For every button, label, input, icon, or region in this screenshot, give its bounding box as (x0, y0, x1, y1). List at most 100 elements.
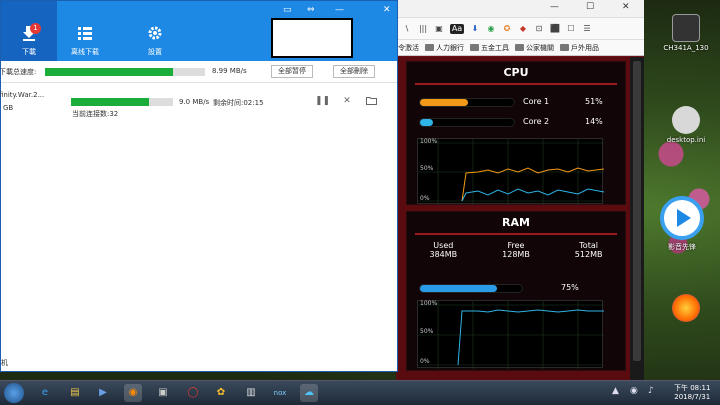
shield-icon[interactable]: ◆ (518, 24, 528, 34)
mini-mode-icon[interactable]: ⇔ (307, 5, 315, 15)
delete-all-button[interactable]: 全部刪除 (333, 65, 375, 78)
browser-scrollbar[interactable] (630, 57, 644, 380)
maximize-icon[interactable]: ☐ (586, 2, 594, 12)
skin-icon[interactable]: ▭ (283, 5, 292, 15)
terminal-icon[interactable]: ▣ (154, 384, 172, 402)
extension-icon-5[interactable]: ☐ (566, 24, 576, 34)
cpu-graph-svg (418, 139, 605, 205)
nav-settings[interactable]: 設置 (127, 1, 183, 61)
ie-icon[interactable]: e (36, 384, 54, 402)
total-speed-row: 下載总速度: 8.99 MB/s 全部暂停 全部刪除 (0, 64, 397, 80)
extension-icon[interactable]: ◉ (486, 24, 496, 34)
bookmark-item[interactable]: 令激活 (398, 43, 419, 53)
task-connections: 当前连接数:32 (72, 110, 119, 118)
core-row: Core 2 14% (407, 113, 625, 133)
ram-title: RAM (502, 216, 530, 229)
settings-file-icon (672, 106, 700, 134)
close-icon[interactable]: ✕ (341, 96, 353, 106)
menu-icon[interactable]: ☰ (582, 24, 592, 34)
notepad-icon[interactable]: ▥ (242, 384, 260, 402)
minimize-icon[interactable]: — (335, 5, 344, 15)
chrome-icon[interactable]: ✿ (212, 384, 230, 402)
cpu-graph: 100% 50% 0% (417, 138, 605, 205)
browser-window: — ☐ ✕ \ ||| ▣ Aa ⬇ ◉ ✪ ◆ ⊡ ⬛ ☐ ☰ 令激活 人力銀… (396, 0, 644, 380)
core-row: Core 1 51% (407, 93, 625, 113)
folder-icon-svg (365, 97, 377, 105)
task-row[interactable]: finity.War.2... GB 9.0 MB/s 剩余时间:02:15 当… (0, 85, 397, 121)
cpu-graph-label-0: 0% (420, 195, 430, 202)
pause-icon[interactable]: ❚❚ (315, 96, 330, 106)
total-speed-label: 下載总速度: (0, 68, 37, 76)
ram-free: Free 128MB (502, 241, 530, 259)
desktop-icon-player[interactable]: 影音先锋 (652, 196, 712, 252)
core-2-percent: 14% (585, 117, 603, 126)
start-button[interactable] (4, 383, 24, 403)
nox-icon[interactable]: nox (268, 384, 292, 402)
cpu-graph-label-100: 100% (420, 138, 438, 145)
folder-icon[interactable] (365, 96, 377, 108)
library-icon[interactable]: ||| (418, 24, 428, 34)
folder-icon (470, 44, 479, 51)
task-progress-fill (71, 98, 149, 106)
bookmark-folder[interactable]: 人力銀行 (425, 43, 464, 53)
extension-icon-3[interactable]: ⊡ (534, 24, 544, 34)
folder-icon (425, 44, 434, 51)
task-name: finity.War.2... (0, 91, 45, 99)
ram-panel: RAM Used 384MB Free 128MB Total 512MB 75% 1… (406, 211, 626, 371)
divider (415, 233, 617, 235)
desktop-icon-firefox[interactable] (656, 294, 716, 324)
folder-icon (515, 44, 524, 51)
firefox-icon (672, 294, 700, 322)
browser-titlebar: — ☐ ✕ (396, 0, 644, 18)
browser-content: CPU Core 1 51% Core 2 14% 100% 50% 0% RA… (396, 57, 644, 380)
ram-graph-label-100: 100% (420, 300, 438, 307)
divider (1, 82, 397, 83)
ram-percent: 75% (561, 283, 579, 292)
bookmark-folder[interactable]: 公家機關 (515, 43, 554, 53)
ram-used: Used 384MB (429, 241, 458, 259)
minimize-icon[interactable]: — (550, 2, 559, 12)
cloud-download-icon[interactable]: ☁ (300, 384, 318, 402)
reader-icon[interactable]: Aa (450, 23, 464, 34)
core-1-bar (419, 98, 515, 107)
total-speed-bar (45, 68, 205, 76)
network-icon[interactable]: ◉ (630, 386, 638, 396)
download-count-badge: 1 (30, 23, 41, 34)
firefox-taskbar-icon[interactable]: ◉ (124, 384, 142, 402)
chip-icon (672, 14, 700, 42)
task-speed: 9.0 MB/s (179, 98, 210, 106)
sidebar-icon[interactable]: ▣ (434, 24, 444, 34)
pause-all-button[interactable]: 全部暂停 (271, 65, 313, 78)
ram-bar (419, 284, 523, 293)
core-1-label: Core 1 (523, 97, 550, 106)
extension-icon-2[interactable]: ✪ (502, 24, 512, 34)
media-player-icon[interactable]: ▶ (94, 384, 112, 402)
bookmark-folder[interactable]: 戶外用品 (560, 43, 599, 53)
ram-graph-label-0: 0% (420, 358, 430, 365)
scrollbar-thumb[interactable] (633, 61, 641, 361)
nav-offline-download[interactable]: 离线下载 (57, 1, 113, 61)
download-icon[interactable]: ⬇ (470, 24, 480, 34)
ram-total: Total 512MB (574, 241, 603, 259)
taskbar: e ▤ ▶ ◉ ▣ ◯ ✿ ▥ nox ☁ ▲ ◉ ♪ 下午 08:11 201… (0, 380, 720, 405)
extension-icon-4[interactable]: ⬛ (550, 24, 560, 34)
ram-stats: Used 384MB Free 128MB Total 512MB (407, 241, 625, 259)
bookmark-folder[interactable]: 五金工具 (470, 43, 509, 53)
opera-icon[interactable]: ◯ (184, 384, 202, 402)
explorer-icon[interactable]: ▤ (66, 384, 84, 402)
ram-fill (420, 285, 497, 292)
close-icon[interactable]: ✕ (383, 5, 391, 15)
cpu-panel: CPU Core 1 51% Core 2 14% 100% 50% 0% (406, 61, 626, 205)
toolbar-icon-1[interactable]: \ (402, 24, 412, 34)
bookmarks-bar: 令激活 人力銀行 五金工具 公家機關 戶外用品 (396, 40, 644, 56)
core-2-label: Core 2 (523, 117, 550, 126)
close-icon[interactable]: ✕ (622, 2, 630, 12)
desktop-icon-desktop-ini[interactable]: desktop.ini (656, 106, 716, 144)
clock[interactable]: 下午 08:11 2018/7/31 (674, 384, 710, 402)
tray-expand-icon[interactable]: ▲ (612, 386, 619, 396)
desktop-icon-ch341a[interactable]: CH341A_130 (656, 14, 716, 52)
browser-toolbar: \ ||| ▣ Aa ⬇ ◉ ✪ ◆ ⊡ ⬛ ☐ ☰ (396, 18, 644, 40)
volume-icon[interactable]: ♪ (648, 386, 654, 396)
nav-download[interactable]: 下載 1 (1, 1, 57, 61)
cpu-graph-label-50: 50% (420, 165, 434, 172)
